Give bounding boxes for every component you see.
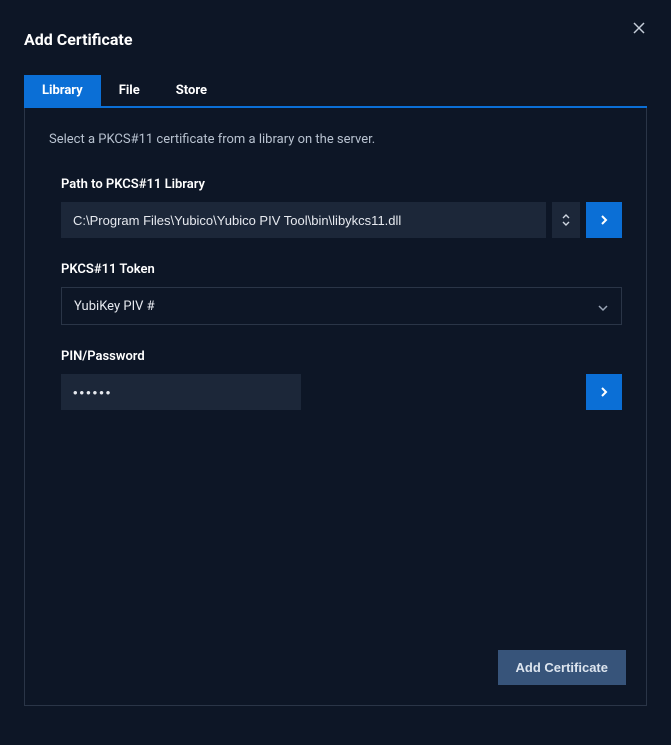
pin-input[interactable] — [61, 374, 301, 410]
pin-label: PIN/Password — [61, 349, 622, 364]
token-value: YubiKey PIV # — [74, 299, 597, 314]
token-field-group: PKCS#11 Token YubiKey PIV # — [61, 262, 622, 325]
add-certificate-button[interactable]: Add Certificate — [498, 650, 626, 685]
library-panel: Select a PKCS#11 certificate from a libr… — [24, 108, 647, 706]
updown-icon — [561, 213, 571, 227]
chevron-right-icon — [599, 213, 609, 227]
path-input[interactable] — [61, 202, 546, 238]
path-stepper[interactable] — [552, 202, 580, 238]
tab-library[interactable]: Library — [24, 75, 101, 106]
token-select[interactable]: YubiKey PIV # — [61, 287, 622, 325]
instruction-text: Select a PKCS#11 certificate from a libr… — [49, 132, 622, 147]
close-button[interactable] — [629, 18, 649, 38]
pin-input-row — [61, 374, 622, 410]
tab-file[interactable]: File — [101, 75, 158, 106]
path-label: Path to PKCS#11 Library — [61, 177, 622, 192]
tab-store[interactable]: Store — [158, 75, 225, 106]
dialog-title: Add Certificate — [24, 30, 647, 49]
token-label: PKCS#11 Token — [61, 262, 622, 277]
path-input-row — [61, 202, 622, 238]
pin-go-button[interactable] — [586, 374, 622, 410]
add-certificate-dialog: Add Certificate Library File Store Selec… — [0, 0, 671, 745]
chevron-right-icon — [599, 385, 609, 399]
path-go-button[interactable] — [586, 202, 622, 238]
path-field-group: Path to PKCS#11 Library — [61, 177, 622, 238]
pin-field-group: PIN/Password — [61, 349, 622, 410]
tab-bar: Library File Store — [24, 75, 647, 108]
close-icon — [633, 22, 645, 34]
chevron-down-icon — [597, 297, 609, 316]
